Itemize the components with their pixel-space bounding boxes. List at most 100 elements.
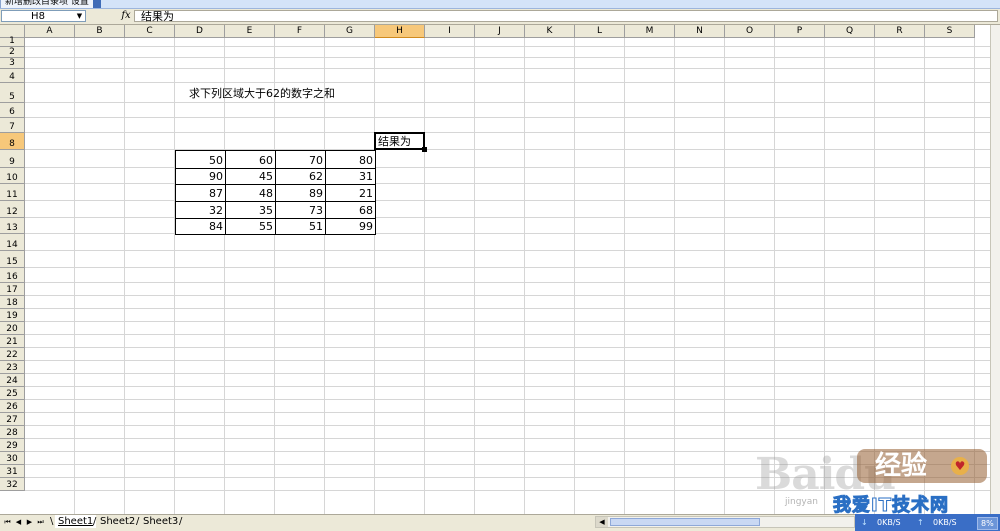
column-header-i[interactable]: I	[425, 25, 475, 38]
gridline	[25, 425, 990, 426]
column-header-r[interactable]: R	[875, 25, 925, 38]
column-header-j[interactable]: J	[475, 25, 525, 38]
row-header-12[interactable]: 12	[0, 201, 25, 218]
row-header-19[interactable]: 19	[0, 309, 25, 322]
table-cell[interactable]: 73	[275, 201, 326, 219]
row-header-9[interactable]: 9	[0, 150, 25, 168]
table-cell[interactable]: 99	[325, 218, 376, 235]
table-cell[interactable]: 51	[275, 218, 326, 235]
row-header-13[interactable]: 13	[0, 218, 25, 234]
row-header-10[interactable]: 10	[0, 168, 25, 184]
column-header-p[interactable]: P	[775, 25, 825, 38]
table-cell[interactable]: 32	[175, 201, 226, 219]
active-cell-h8[interactable]: 结果为	[374, 132, 427, 152]
table-cell[interactable]: 84	[175, 218, 226, 235]
row-header-6[interactable]: 6	[0, 103, 25, 118]
tab-sheet3[interactable]: Sheet3	[140, 515, 181, 528]
row-header-21[interactable]: 21	[0, 335, 25, 348]
name-box[interactable]: H8 ▼	[1, 10, 86, 22]
gridline	[25, 386, 990, 387]
table-cell[interactable]: 48	[225, 184, 276, 202]
table-cell[interactable]: 35	[225, 201, 276, 219]
column-header-l[interactable]: L	[575, 25, 625, 38]
table-cell[interactable]: 68	[325, 201, 376, 219]
column-header-k[interactable]: K	[525, 25, 575, 38]
toolbar-fragment[interactable]: 新增删改目录项 设置	[0, 0, 94, 8]
column-header-c[interactable]: C	[125, 25, 175, 38]
row-header-29[interactable]: 29	[0, 439, 25, 452]
row-header-1[interactable]: 1	[0, 36, 25, 47]
table-cell[interactable]: 62	[275, 168, 326, 185]
fx-icon[interactable]: fx	[120, 10, 132, 22]
column-header-m[interactable]: M	[625, 25, 675, 38]
column-header-o[interactable]: O	[725, 25, 775, 38]
upload-speed: 0KB/S	[933, 518, 957, 527]
column-header-g[interactable]: G	[325, 25, 375, 38]
row-header-23[interactable]: 23	[0, 361, 25, 374]
table-cell[interactable]: 45	[225, 168, 276, 185]
row-header-31[interactable]: 31	[0, 465, 25, 478]
column-header-d[interactable]: D	[175, 25, 225, 38]
instruction-cell[interactable]: 求下列区域大于62的数字之和	[175, 83, 337, 103]
first-sheet-nav-icon[interactable]: ⏮	[3, 517, 12, 527]
column-header-e[interactable]: E	[225, 25, 275, 38]
vertical-scrollbar[interactable]	[990, 25, 1000, 514]
column-header-f[interactable]: F	[275, 25, 325, 38]
gridline	[25, 412, 990, 413]
horizontal-scrollbar[interactable]: ◀	[595, 516, 855, 528]
formula-input[interactable]: 结果为	[134, 10, 998, 22]
row-header-24[interactable]: 24	[0, 374, 25, 387]
tab-sheet2[interactable]: Sheet2	[97, 515, 138, 528]
row-header-3[interactable]: 3	[0, 58, 25, 69]
prev-sheet-nav-icon[interactable]: ◀	[14, 517, 23, 527]
horizontal-scroll-thumb[interactable]	[610, 518, 760, 526]
column-header-q[interactable]: Q	[825, 25, 875, 38]
row-header-16[interactable]: 16	[0, 268, 25, 283]
row-header-2[interactable]: 2	[0, 47, 25, 58]
cell-area[interactable]: 求下列区域大于62的数字之和 50 60 70 80 90 45 62 31 87 48 89 21 3…	[25, 38, 990, 514]
row-header-7[interactable]: 7	[0, 118, 25, 133]
table-cell[interactable]: 87	[175, 184, 226, 202]
table-cell[interactable]: 89	[275, 184, 326, 202]
table-cell[interactable]: 31	[325, 168, 376, 185]
row-header-30[interactable]: 30	[0, 452, 25, 465]
table-cell[interactable]: 90	[175, 168, 226, 185]
download-arrow-icon: ↓	[861, 518, 868, 527]
toolbar-chevron-icon[interactable]	[93, 0, 101, 8]
row-header-4[interactable]: 4	[0, 69, 25, 83]
row-header-11[interactable]: 11	[0, 184, 25, 201]
table-cell[interactable]: 50	[175, 150, 226, 169]
last-sheet-nav-icon[interactable]: ⏭	[36, 517, 45, 527]
table-cell[interactable]: 21	[325, 184, 376, 202]
gridline	[25, 373, 990, 374]
table-cell[interactable]: 70	[275, 150, 326, 169]
tab-separator: /	[93, 516, 97, 527]
name-box-dropdown-icon[interactable]: ▼	[75, 13, 84, 20]
table-cell[interactable]: 55	[225, 218, 276, 235]
row-header-28[interactable]: 28	[0, 426, 25, 439]
scroll-left-icon[interactable]: ◀	[596, 517, 608, 527]
row-header-27[interactable]: 27	[0, 413, 25, 426]
table-cell[interactable]: 60	[225, 150, 276, 169]
row-header-15[interactable]: 15	[0, 251, 25, 268]
row-header-20[interactable]: 20	[0, 322, 25, 335]
column-header-n[interactable]: N	[675, 25, 725, 38]
next-sheet-nav-icon[interactable]: ▶	[25, 517, 34, 527]
row-header-18[interactable]: 18	[0, 296, 25, 309]
row-header-17[interactable]: 17	[0, 283, 25, 296]
column-header-a[interactable]: A	[25, 25, 75, 38]
column-header-h[interactable]: H	[375, 25, 425, 38]
network-meter-widget: ↓ 0KB/S ↑ 0KB/S 8%	[855, 514, 1000, 531]
row-header-14[interactable]: 14	[0, 234, 25, 251]
row-header-22[interactable]: 22	[0, 348, 25, 361]
row-header-5[interactable]: 5	[0, 83, 25, 103]
row-header-8[interactable]: 8	[0, 133, 25, 150]
column-header-b[interactable]: B	[75, 25, 125, 38]
gridline	[25, 117, 990, 118]
row-header-26[interactable]: 26	[0, 400, 25, 413]
column-header-s[interactable]: S	[925, 25, 975, 38]
tab-sheet1[interactable]: Sheet1	[55, 515, 97, 528]
table-cell[interactable]: 80	[325, 150, 376, 169]
row-header-32[interactable]: 32	[0, 478, 25, 491]
row-header-25[interactable]: 25	[0, 387, 25, 400]
